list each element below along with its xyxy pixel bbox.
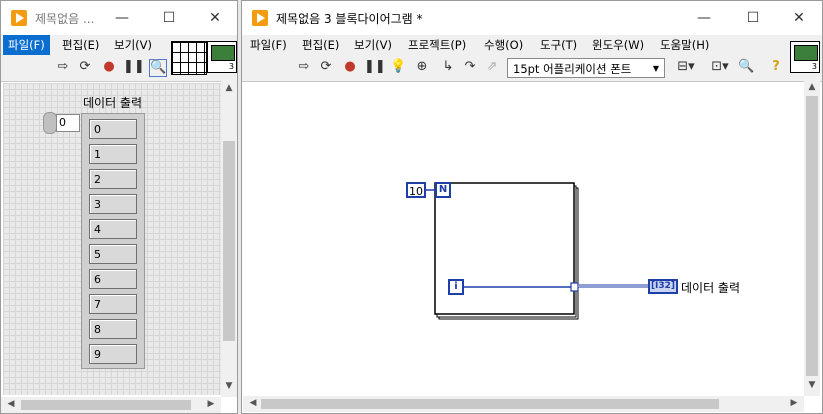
chevron-down-icon: ▼ (652, 64, 659, 73)
array-element: 4 (89, 219, 137, 239)
run-continuously-icon[interactable]: ⟳ (318, 59, 334, 75)
front-panel-vertical-scrollbar[interactable]: ▲ ▼ (221, 81, 237, 397)
block-diagram-vertical-scrollbar[interactable]: ▲ ▼ (804, 80, 820, 396)
vi-icon-screen (211, 45, 235, 61)
menu-view[interactable]: 보기(V) (349, 35, 397, 55)
array-indicator-label: 데이터 출력 (83, 96, 143, 110)
scroll-thumb[interactable] (21, 400, 191, 410)
distribute-objects-icon[interactable]: ⊡▾ (708, 59, 732, 75)
scroll-thumb[interactable] (261, 399, 719, 409)
scroll-up-arrow[interactable]: ▲ (804, 82, 820, 92)
block-diagram-horizontal-scrollbar[interactable]: ◀ ▶ (243, 396, 804, 412)
step-out-icon[interactable]: ⇗ (484, 59, 500, 75)
step-into-icon[interactable]: ↳ (440, 59, 456, 75)
close-button[interactable]: ✕ (201, 7, 229, 29)
iteration-terminal[interactable]: i (448, 279, 464, 295)
search-icon[interactable]: 🔍 (149, 59, 167, 77)
menu-file[interactable]: 파일(F) (3, 35, 50, 55)
menu-edit[interactable]: 편집(E) (57, 35, 104, 55)
array-element: 6 (89, 269, 137, 289)
menu-tools[interactable]: 도구(T) (535, 35, 582, 55)
front-panel-title: 제목없음 ... (35, 12, 95, 26)
scroll-down-arrow[interactable]: ▼ (221, 381, 237, 391)
labview-app-icon (11, 10, 27, 26)
menu-file[interactable]: 파일(F) (245, 35, 292, 55)
array-index-control[interactable]: 0 (43, 112, 80, 134)
menu-view[interactable]: 보기(V) (109, 35, 157, 55)
font-dropdown[interactable]: 15pt 어플리케이션 폰트 ▼ (507, 58, 665, 78)
array-element: 7 (89, 294, 137, 314)
maximize-button[interactable]: ☐ (155, 7, 183, 29)
scroll-up-arrow[interactable]: ▲ (221, 83, 237, 93)
menu-operate[interactable]: 수행(O) (479, 35, 528, 55)
maximize-button[interactable]: ☐ (739, 7, 767, 29)
run-arrow-icon[interactable]: ⇨ (55, 59, 71, 75)
vi-icon-screen (794, 45, 818, 61)
minimize-button[interactable]: — (108, 7, 136, 29)
indicator-terminal-label[interactable]: 데이터 출력 (681, 279, 740, 296)
highlight-execution-icon[interactable]: 💡 (390, 59, 406, 75)
pause-icon[interactable]: ❚❚ (364, 59, 386, 75)
vi-icon-number: 3 (228, 62, 234, 71)
block-diagram-titlebar[interactable]: 제목없음 3 블록다이어그램 * — ☐ ✕ (242, 1, 822, 35)
array-element: 3 (89, 194, 137, 214)
array-element: 9 (89, 344, 137, 364)
menu-project[interactable]: 프로젝트(P) (403, 35, 471, 55)
close-button[interactable]: ✕ (785, 7, 813, 29)
menu-edit[interactable]: 편집(E) (297, 35, 344, 55)
abort-icon[interactable]: ● (101, 59, 117, 75)
scroll-right-arrow[interactable]: ▶ (203, 399, 219, 409)
scroll-down-arrow[interactable]: ▼ (804, 380, 820, 390)
front-panel-horizontal-scrollbar[interactable]: ◀ ▶ (1, 397, 221, 413)
abort-icon[interactable]: ● (342, 59, 358, 75)
block-diagram-title: 제목없음 3 블록다이어그램 * (276, 12, 423, 26)
front-panel-window: 제목없음 ... — ☐ ✕ 파일(F) 편집(E) 보기(V) ⇨ ⟳ ● ❚… (0, 0, 238, 414)
scroll-thumb[interactable] (806, 96, 818, 376)
scroll-left-arrow[interactable]: ◀ (245, 398, 261, 408)
font-dropdown-value: 15pt 어플리케이션 폰트 (513, 62, 632, 76)
array-element: 0 (89, 119, 137, 139)
array-indicator-terminal[interactable]: [I32] (648, 279, 678, 294)
labview-app-icon (252, 10, 268, 26)
scroll-thumb[interactable] (223, 141, 235, 341)
connector-pane[interactable] (171, 41, 207, 75)
align-objects-icon[interactable]: ⊟▾ (674, 59, 698, 75)
front-panel-titlebar[interactable]: 제목없음 ... — ☐ ✕ (1, 1, 237, 35)
vi-icon-number: 3 (811, 62, 817, 71)
search-icon[interactable]: 🔍 (738, 59, 754, 75)
array-indicator: 0 1 2 3 4 5 6 7 8 9 (81, 113, 145, 369)
vi-icon[interactable]: 3 (207, 41, 237, 73)
vi-icon[interactable]: 3 (790, 41, 820, 73)
menu-window[interactable]: 윈도우(W) (587, 35, 649, 55)
retain-wire-values-icon[interactable]: ⊕ (414, 59, 430, 75)
count-terminal[interactable]: N (435, 182, 451, 198)
block-diagram-canvas[interactable] (243, 82, 802, 394)
menu-help[interactable]: 도움말(H) (655, 35, 714, 55)
pause-icon[interactable]: ❚❚ (123, 59, 145, 75)
index-display[interactable]: 0 (56, 114, 80, 132)
minimize-button[interactable]: — (690, 7, 718, 29)
index-spinner[interactable] (43, 112, 57, 134)
loop-count-constant[interactable]: 10 (406, 182, 426, 198)
run-continuously-icon[interactable]: ⟳ (77, 59, 93, 75)
array-element: 1 (89, 144, 137, 164)
block-diagram-menubar: 파일(F) 편집(E) 보기(V) 프로젝트(P) 수행(O) 도구(T) 윈도… (242, 35, 822, 55)
block-diagram-toolbar: ⇨ ⟳ ● ❚❚ 💡 ⊕ ↳ ↷ ⇗ 15pt 어플리케이션 폰트 ▼ ⊟▾ ⊡… (242, 55, 822, 82)
scroll-right-arrow[interactable]: ▶ (786, 398, 802, 408)
step-over-icon[interactable]: ↷ (462, 59, 478, 75)
array-element: 8 (89, 319, 137, 339)
array-element: 5 (89, 244, 137, 264)
help-icon[interactable]: ? (768, 59, 784, 75)
run-arrow-icon[interactable]: ⇨ (296, 59, 312, 75)
array-element: 2 (89, 169, 137, 189)
scroll-left-arrow[interactable]: ◀ (3, 399, 19, 409)
